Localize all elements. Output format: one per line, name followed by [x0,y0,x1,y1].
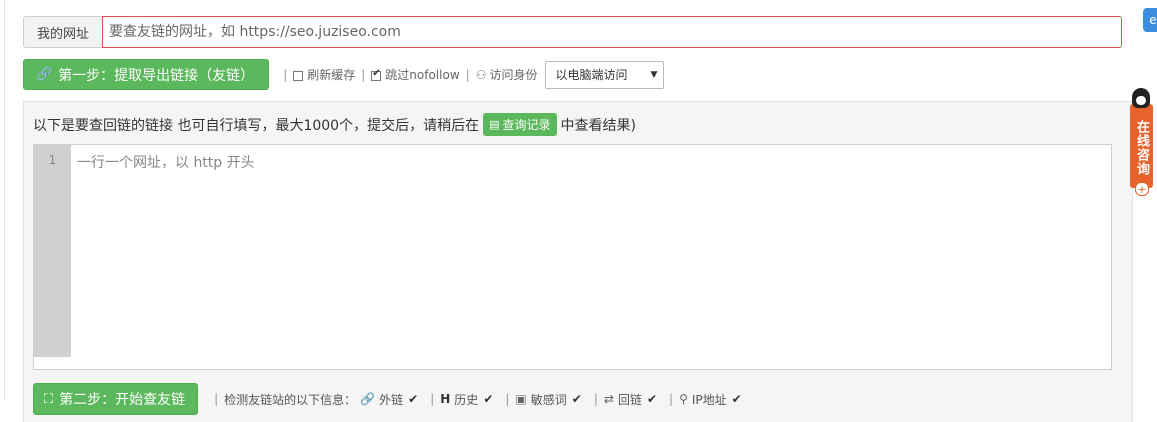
start-check-button[interactable]: ⛶ 第二步：开始查友链 [33,383,199,415]
check-history-label: 历史 [454,392,479,407]
check-backlink-label: 回链 [617,392,642,407]
corner-app-icon[interactable]: e [1143,8,1157,32]
panel-title-suffix: 中查看结果) [560,117,636,134]
qq-penguin-icon [1132,88,1150,108]
start-check-label: 第二步：开始查友链 [59,392,186,408]
divider: | [593,392,598,406]
links-editor: 1 [33,144,1112,370]
link-icon: 🔗 [36,67,53,82]
check-icon: ✔ [731,392,742,406]
refresh-cache-checkbox[interactable] [293,70,304,81]
check-info-list: | 检测友链站的以下信息： 🔗 外链 ✔ | H 历史 ✔ | ▣ 敏感词 ✔ … [208,391,748,408]
refresh-cache-label: 刷新缓存 [307,68,356,82]
divider: | [430,392,435,406]
document-icon: ▤ [489,118,500,131]
check-sensitive-label: 敏感词 [530,392,567,407]
plus-icon: + [1135,182,1149,196]
divider: | [361,67,366,82]
backlink-panel: 以下是要查回链的链接 也可自行填写，最大1000个，提交后，请稍后在 ▤ 查询记… [23,101,1133,422]
site-url-group: 我的网址 [23,16,1122,48]
page-left-border [4,0,5,400]
backlink-icon: ⇄ [603,392,614,406]
extract-links-button[interactable]: 🔗 第一步：提取导出链接（友链） [23,59,270,90]
query-history-label: 查询记录 [502,118,551,132]
sitemap-icon: ⛶ [44,391,54,407]
query-history-button[interactable]: ▤ 查询记录 [483,113,557,136]
links-textarea[interactable] [71,145,1111,369]
check-ip-label: IP地址 [691,392,727,407]
step2-toolbar: ⛶ 第二步：开始查友链 | 检测友链站的以下信息： 🔗 外链 ✔ | H 历史 … [33,383,748,415]
divider: | [669,392,674,406]
divider: | [465,67,470,82]
panel-title: 以下是要查回链的链接 也可自行填写，最大1000个，提交后，请稍后在 ▤ 查询记… [33,113,636,136]
location-icon: ⚲ [679,392,688,406]
panel-title-prefix: 以下是要查回链的链接 也可自行填写，最大1000个，提交后，请稍后在 [33,117,480,134]
check-outlinks-label: 外链 [379,392,404,407]
identity-label: 访问身份 [489,68,538,82]
check-icon: ✔ [483,392,494,406]
step1-toolbar: 🔗 第一步：提取导出链接（友链） | 刷新缓存 | 跳过nofollow | ⚇… [23,59,665,90]
step1-options: | 刷新缓存 | 跳过nofollow | ⚇ 访问身份 [277,66,537,83]
identity-select[interactable]: 以电脑端访问 ▼ [545,60,665,89]
online-consult-bar[interactable]: 在线咨询 [1130,104,1153,188]
sensitive-word-icon: ▣ [515,392,527,406]
user-icon: ⚇ [475,67,487,82]
site-url-input[interactable] [102,16,1122,48]
site-url-addon: 我的网址 [23,16,102,48]
divider: | [283,67,288,82]
caret-down-icon: ▼ [650,69,658,80]
online-consult-widget[interactable]: 在线咨询 + [1130,88,1153,198]
check-icon: ✔ [646,392,658,406]
skip-nofollow-checkbox[interactable] [371,68,382,81]
divider: | [505,392,510,406]
check-icon: ✔ [408,392,419,406]
identity-select-value: 以电脑端访问 [555,68,628,82]
history-icon: H [440,392,451,406]
skip-nofollow-label: 跳过nofollow [385,68,460,82]
online-consult-label: 在线咨询 [1134,120,1149,176]
divider: | [214,392,219,406]
check-icon: ✔ [571,392,582,406]
line-number-gutter: 1 [34,145,71,357]
extract-links-label: 第一步：提取导出链接（友链） [58,67,255,84]
check-info-label: 检测友链站的以下信息： [224,392,357,407]
link-icon: 🔗 [360,392,376,406]
